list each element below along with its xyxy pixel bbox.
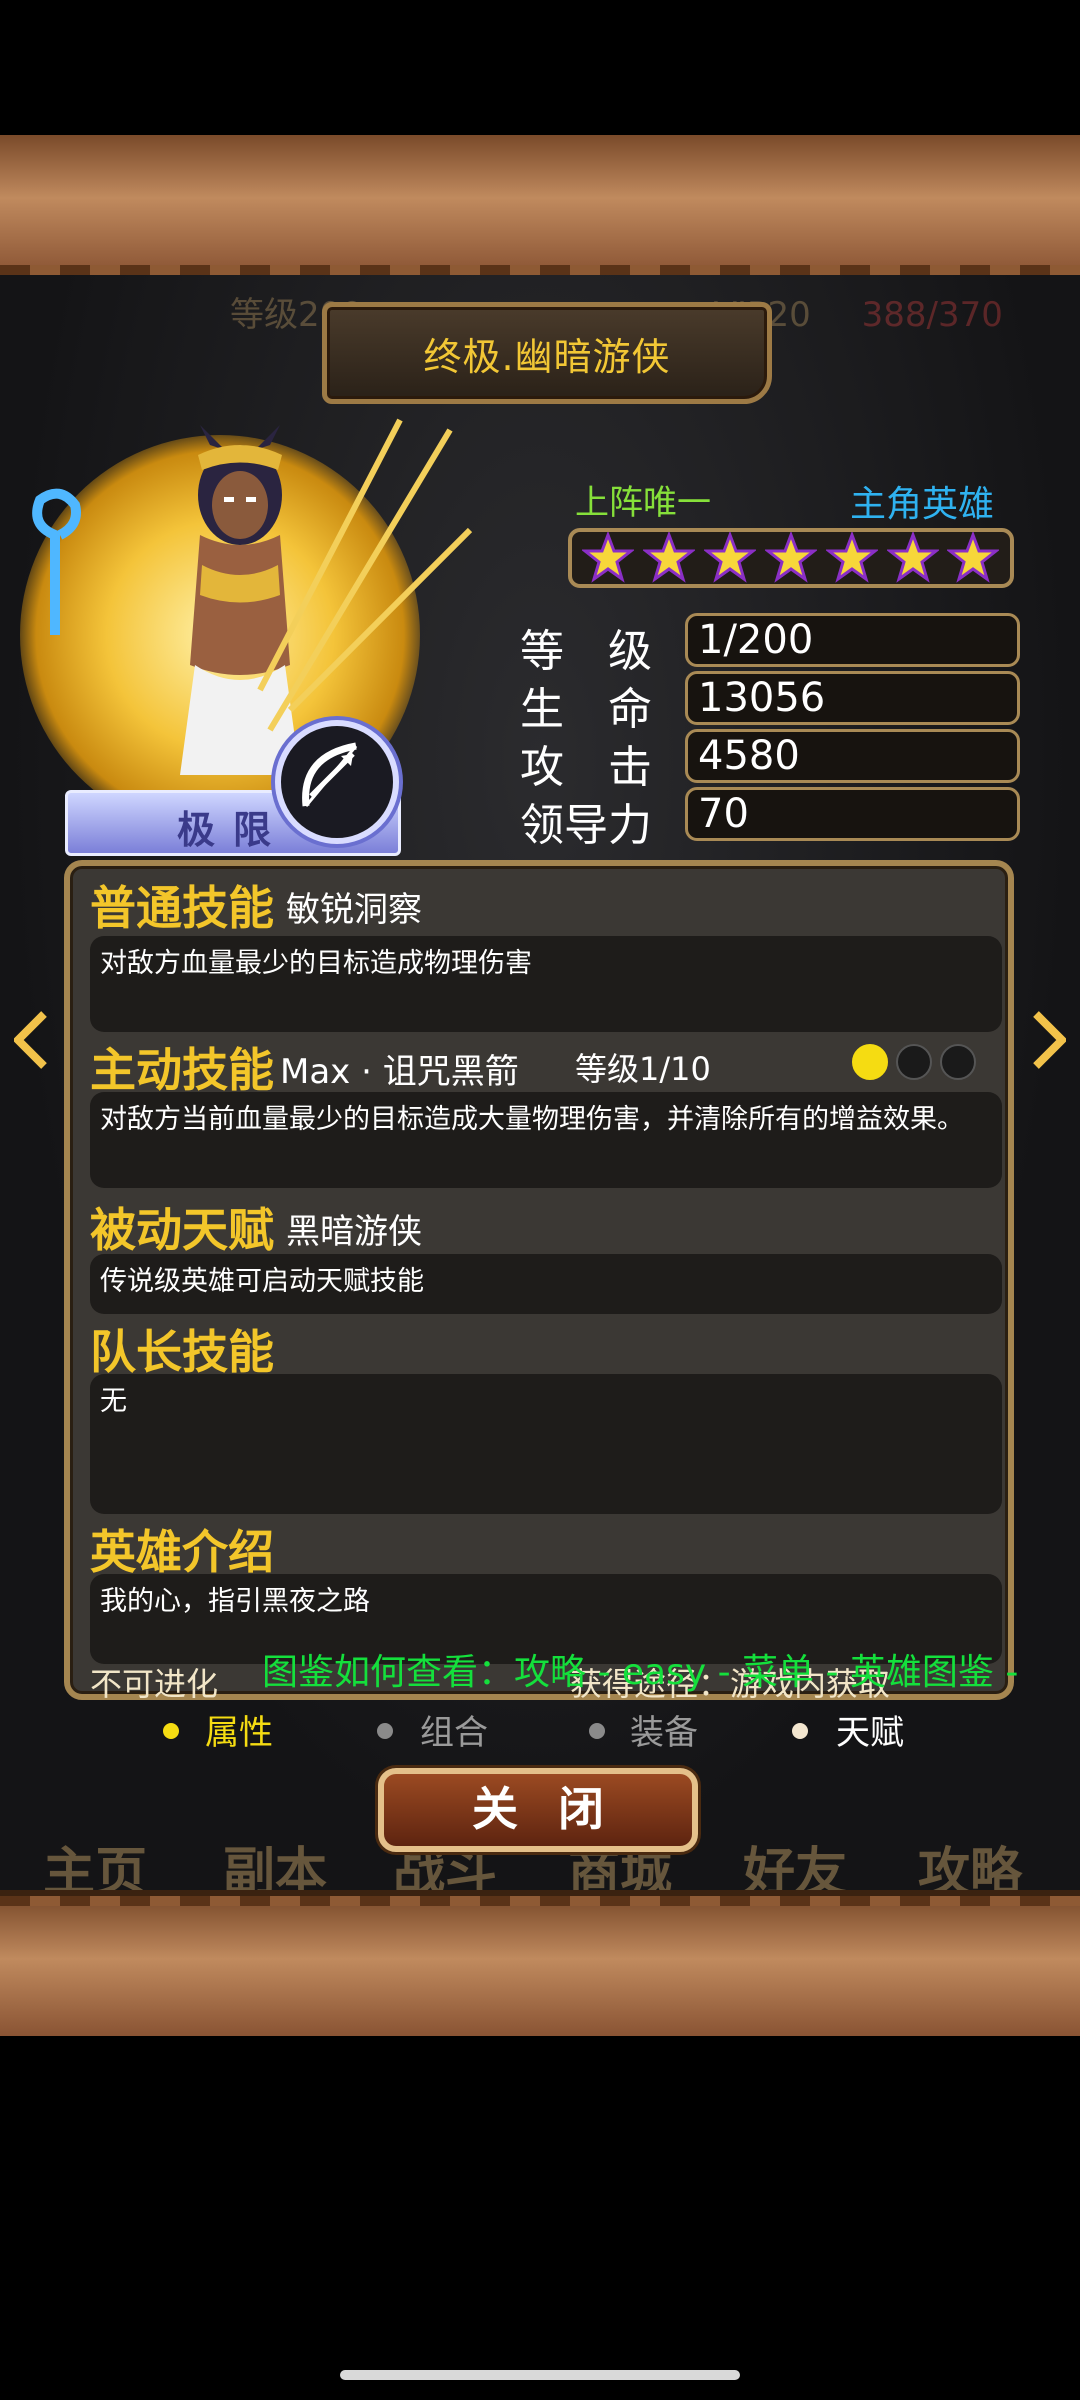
tab-combo[interactable]: 组合 xyxy=(420,1705,488,1754)
star-rating xyxy=(568,528,1014,588)
star-icon xyxy=(825,532,878,583)
unique-deploy-tag: 上阵唯一 xyxy=(575,483,711,523)
tab-equipment-dot xyxy=(589,1723,605,1739)
prev-hero-arrow-icon[interactable] xyxy=(14,1010,48,1070)
tab-talent[interactable]: 天赋 xyxy=(836,1705,904,1754)
star-icon xyxy=(886,532,939,583)
stat-level-row: 等 级 1/200 xyxy=(520,613,1020,677)
stat-attack-value: 4580 xyxy=(685,729,1020,783)
active-skill-name: Max · 诅咒黑箭 xyxy=(280,1052,519,1092)
tab-equipment[interactable]: 装备 xyxy=(630,1705,698,1754)
tab-combo-dot xyxy=(377,1723,393,1739)
hero-name-plate: 终极.幽暗游侠 xyxy=(322,302,772,404)
flying-arrows-decoration xyxy=(257,418,473,732)
next-hero-arrow-icon[interactable] xyxy=(1032,1010,1066,1070)
active-skill-level: 等级1/10 xyxy=(575,1050,711,1088)
skill-level-dot-1 xyxy=(852,1044,888,1080)
active-skill-title: 主动技能 xyxy=(90,1043,274,1097)
home-indicator[interactable] xyxy=(340,2370,740,2380)
detail-tabs: 属性 组合 装备 天赋 xyxy=(0,1705,1080,1755)
hero-intro-title: 英雄介绍 xyxy=(90,1525,274,1579)
normal-skill-desc: 对敌方血量最少的目标造成物理伤害 xyxy=(90,936,1002,1032)
tab-talent-dot xyxy=(792,1723,808,1739)
cobra-staff-icon xyxy=(32,488,81,635)
captain-skill-desc: 无 xyxy=(90,1374,1002,1514)
stat-hp-value: 13056 xyxy=(685,671,1020,725)
tab-attributes-dot xyxy=(163,1723,179,1739)
active-skill-desc: 对敌方当前血量最少的目标造成大量物理伤害，并清除所有的增益效果。 xyxy=(90,1092,1002,1188)
top-ornate-frame xyxy=(0,135,1080,281)
stat-leadership-value: 70 xyxy=(685,787,1020,841)
star-icon xyxy=(643,532,696,583)
skill-level-dot-3 xyxy=(940,1044,976,1080)
skills-panel: 普通技能 敏锐洞察 对敌方血量最少的目标造成物理伤害 主动技能 Max · 诅咒… xyxy=(64,860,1014,1703)
star-icon xyxy=(764,532,817,583)
star-icon xyxy=(582,532,635,583)
evolve-status: 不可进化 xyxy=(90,1665,219,1703)
stat-attack-row: 攻 击 4580 xyxy=(520,729,1020,793)
stat-level-value: 1/200 xyxy=(685,613,1020,667)
bottom-ornate-frame xyxy=(0,1890,1080,2036)
normal-skill-title: 普通技能 xyxy=(90,881,274,935)
bow-icon xyxy=(302,742,358,807)
stat-hp-row: 生 命 13056 xyxy=(520,671,1020,735)
close-button[interactable]: 关闭 xyxy=(378,1768,698,1852)
stat-leadership-row: 领导力 70 xyxy=(520,787,1020,851)
captain-skill-title: 队长技能 xyxy=(90,1325,274,1379)
skill-level-dot-2 xyxy=(896,1044,932,1080)
archer-class-icon xyxy=(275,720,399,844)
star-icon xyxy=(704,532,757,583)
normal-skill-name: 敏锐洞察 xyxy=(286,890,422,930)
stat-hp-label: 生 命 xyxy=(520,684,652,735)
passive-talent-name: 黑暗游侠 xyxy=(286,1212,422,1252)
star-icon xyxy=(947,532,1000,583)
stat-leadership-label: 领导力 xyxy=(520,800,652,851)
stat-attack-label: 攻 击 xyxy=(520,742,652,793)
tab-attributes[interactable]: 属性 xyxy=(205,1705,273,1754)
guide-overlay-text: 图鉴如何查看：攻略 - easy - 菜单 - 英雄图鉴 - xyxy=(262,1652,1019,1693)
passive-talent-title: 被动天赋 xyxy=(90,1203,274,1257)
hero-name: 终极.幽暗游侠 xyxy=(423,334,671,379)
bg-energy-text: 388/370 xyxy=(861,295,1003,335)
main-hero-tag: 主角英雄 xyxy=(850,484,995,525)
stat-level-label: 等 级 xyxy=(520,626,652,677)
passive-talent-desc: 传说级英雄可启动天赋技能 xyxy=(90,1254,1002,1314)
